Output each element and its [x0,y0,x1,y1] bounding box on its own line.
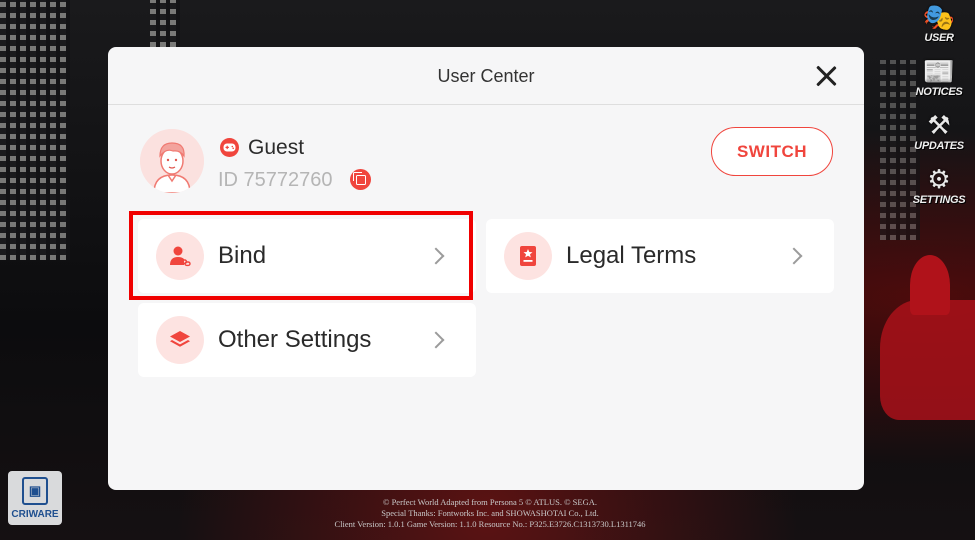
menu-item-label: Bind [218,242,267,269]
tools-icon: ⚒ [927,111,951,141]
side-menu-user[interactable]: 🎭 USER [909,4,969,44]
switch-account-button[interactable]: SWITCH [711,127,833,176]
side-menu-label: UPDATES [914,140,964,152]
chevron-right-icon [427,331,445,349]
copy-id-icon[interactable] [350,169,371,190]
menu-item-bind[interactable]: Bind [138,219,476,293]
criware-cube-icon: ▣ [22,476,48,505]
side-menu-settings[interactable]: ⚙ SETTINGS [909,166,969,206]
chevron-right-icon [785,247,803,265]
building [0,0,70,260]
red-silhouette [880,300,975,420]
user-id: ID 75772760 [218,169,333,191]
document-star-icon [504,232,552,280]
side-menu-label: NOTICES [915,86,963,98]
avatar [140,129,204,193]
menu-item-label: Other Settings [218,326,372,353]
chevron-right-icon [427,247,445,265]
copyright-line: Special Thanks: Fontworks Inc. and SHOWA… [381,508,599,518]
user-name: Guest [248,136,305,159]
avatar-face-icon [140,129,204,193]
copyright-text: © Perfect World Adapted from Persona 5 ©… [300,497,680,530]
menu-item-label: Legal Terms [566,242,697,269]
dialog-title: User Center [437,66,535,86]
mask-icon: 🎭 [922,3,956,33]
criware-logo: ▣ CRIWARE [8,471,62,525]
dialog-header: User Center [108,47,864,105]
side-menu-label: USER [924,32,954,44]
menu-item-legal-terms[interactable]: Legal Terms [486,219,834,293]
criware-label: CRIWARE [11,508,59,520]
user-link-icon [156,232,204,280]
close-button[interactable] [814,64,838,88]
user-center-dialog: User Center Guest ID 75772760 SWITCH Bin… [108,47,864,490]
copyright-line: © Perfect World Adapted from Persona 5 ©… [382,497,597,507]
news-icon: 📰 [922,57,956,87]
gamepad-icon [220,138,239,157]
red-silhouette [910,255,950,315]
building [150,0,180,47]
gear-icon: ⚙ [927,165,951,195]
layers-icon [156,316,204,364]
side-menu-label: SETTINGS [912,194,966,206]
side-menu-updates[interactable]: ⚒ UPDATES [909,112,969,152]
version-line: Client Version: 1.0.1 Game Version: 1.1.… [334,519,646,529]
menu-item-other-settings[interactable]: Other Settings [138,303,476,377]
side-menu-notices[interactable]: 📰 NOTICES [909,58,969,98]
side-menu: 🎭 USER 📰 NOTICES ⚒ UPDATES ⚙ SETTINGS [909,4,969,220]
